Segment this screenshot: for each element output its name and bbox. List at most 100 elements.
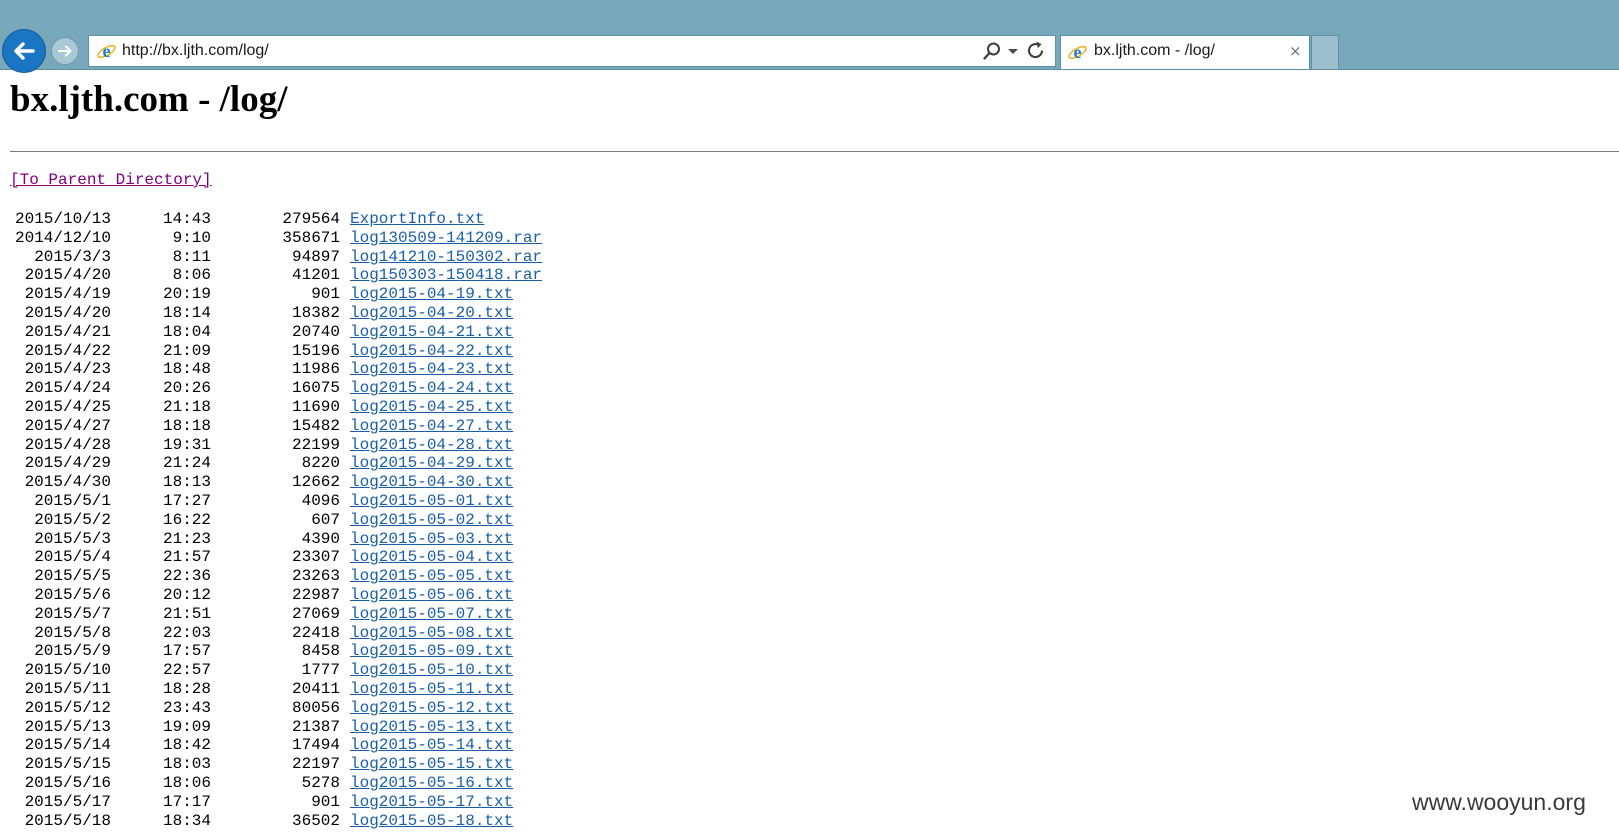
file-size: 22987: [291, 585, 340, 604]
new-tab-button[interactable]: [1311, 35, 1339, 69]
file-size: 23263: [291, 567, 340, 586]
file-link[interactable]: log2015-05-13.txt: [350, 718, 513, 737]
file-time: 18:34: [162, 811, 211, 830]
parent-directory-link[interactable]: [To Parent Directory]: [10, 171, 212, 189]
file-link[interactable]: log141210-150302.rar: [350, 248, 542, 267]
file-link[interactable]: log2015-05-01.txt: [350, 492, 513, 511]
file-time: 18:18: [162, 416, 211, 435]
file-link[interactable]: log2015-04-22.txt: [350, 342, 513, 361]
file-link[interactable]: log2015-04-19.txt: [350, 285, 513, 304]
close-icon[interactable]: ×: [1289, 43, 1302, 59]
file-time: 18:14: [162, 303, 211, 322]
file-link[interactable]: log2015-05-05.txt: [350, 567, 513, 586]
file-link[interactable]: log2015-05-09.txt: [350, 642, 513, 661]
file-link[interactable]: log2015-04-24.txt: [350, 379, 513, 398]
address-bar[interactable]: e http://bx.ljth.com/log/: [88, 35, 1056, 67]
file-date: 2015/4/30: [24, 473, 111, 492]
file-link[interactable]: log2015-04-21.txt: [350, 323, 513, 342]
file-link[interactable]: log2015-04-23.txt: [350, 360, 513, 379]
file-date: 2015/5/12: [24, 698, 111, 717]
back-button[interactable]: [2, 29, 46, 73]
file-link[interactable]: log2015-05-11.txt: [350, 680, 513, 699]
file-link[interactable]: log2015-05-15.txt: [350, 755, 513, 774]
file-date: 2015/5/16: [24, 773, 111, 792]
file-link[interactable]: log2015-05-10.txt: [350, 661, 513, 680]
file-link[interactable]: log2015-05-04.txt: [350, 548, 513, 567]
file-size: 12662: [291, 473, 340, 492]
file-link[interactable]: ExportInfo.txt: [350, 210, 484, 229]
file-date: 2015/5/18: [24, 811, 111, 830]
refresh-icon[interactable]: [1025, 40, 1047, 62]
file-date: 2015/5/2: [34, 510, 111, 529]
file-link[interactable]: log2015-05-18.txt: [350, 812, 513, 831]
file-size: 607: [311, 510, 340, 529]
file-size: 15482: [291, 416, 340, 435]
file-size: 15196: [291, 341, 340, 360]
file-link[interactable]: log2015-05-07.txt: [350, 605, 513, 624]
tab-title: bx.ljth.com - /log/: [1094, 42, 1215, 59]
file-date: 2015/5/4: [34, 548, 111, 567]
file-link[interactable]: log130509-141209.rar: [350, 229, 542, 248]
file-date: 2015/5/7: [34, 604, 111, 623]
file-link[interactable]: log2015-04-29.txt: [350, 454, 513, 473]
file-date: 2015/4/20: [24, 266, 111, 285]
file-date: 2015/5/14: [24, 736, 111, 755]
file-date: 2015/4/21: [24, 322, 111, 341]
file-link[interactable]: log2015-05-08.txt: [350, 624, 513, 643]
file-date: 2015/3/3: [34, 247, 111, 266]
internet-explorer-icon: e: [97, 41, 116, 61]
svg-text:e: e: [1073, 42, 1081, 62]
forward-button[interactable]: [51, 37, 79, 65]
file-link[interactable]: log2015-05-02.txt: [350, 511, 513, 530]
file-link[interactable]: log2015-04-28.txt: [350, 436, 513, 455]
file-size: 1777: [301, 661, 340, 680]
file-link[interactable]: log150303-150418.rar: [350, 266, 542, 285]
file-size: 8220: [301, 454, 340, 473]
file-size: 901: [311, 285, 340, 304]
file-time: 18:04: [162, 322, 211, 341]
dropdown-arrow-icon[interactable]: [1008, 48, 1018, 56]
search-icon[interactable]: [982, 41, 1002, 61]
browser-toolbar: e http://bx.ljth.com/log/ e bx.ljth.com …: [0, 0, 1619, 73]
file-time: 21:51: [162, 604, 211, 623]
file-size: 22418: [291, 623, 340, 642]
file-date: 2015/4/22: [24, 341, 111, 360]
file-time: 20:19: [162, 285, 211, 304]
file-link[interactable]: log2015-04-20.txt: [350, 304, 513, 323]
file-time: 18:48: [162, 360, 211, 379]
divider: [10, 151, 1619, 152]
internet-explorer-icon: e: [1068, 42, 1087, 62]
file-time: 21:23: [162, 529, 211, 548]
tab-active[interactable]: e bx.ljth.com - /log/ ×: [1060, 35, 1310, 69]
file-link[interactable]: log2015-05-12.txt: [350, 699, 513, 718]
file-size: 22199: [291, 435, 340, 454]
file-date: 2015/4/29: [24, 454, 111, 473]
file-link[interactable]: log2015-05-17.txt: [350, 793, 513, 812]
file-size: 358671: [282, 228, 340, 247]
file-date: 2015/5/10: [24, 661, 111, 680]
file-size: 17494: [291, 736, 340, 755]
file-time: 18:03: [162, 755, 211, 774]
file-date: 2014/12/10: [14, 228, 111, 247]
file-link[interactable]: log2015-04-25.txt: [350, 398, 513, 417]
file-link[interactable]: log2015-05-03.txt: [350, 530, 513, 549]
file-time: 21:09: [162, 341, 211, 360]
file-size: 94897: [291, 247, 340, 266]
file-time: 8:11: [172, 247, 211, 266]
file-date: 2015/4/19: [24, 285, 111, 304]
file-link[interactable]: log2015-05-06.txt: [350, 586, 513, 605]
file-link[interactable]: log2015-05-14.txt: [350, 736, 513, 755]
file-date: 2015/4/20: [24, 303, 111, 322]
file-date: 2015/5/9: [34, 642, 111, 661]
file-time: 17:27: [162, 491, 211, 510]
file-size: 22197: [291, 755, 340, 774]
url-text[interactable]: http://bx.ljth.com/log/: [122, 42, 269, 60]
file-size: 4096: [301, 491, 340, 510]
forward-arrow-icon: [58, 45, 72, 57]
file-link[interactable]: log2015-04-30.txt: [350, 473, 513, 492]
file-time: 16:22: [162, 510, 211, 529]
file-link[interactable]: log2015-05-16.txt: [350, 774, 513, 793]
file-time: 20:12: [162, 585, 211, 604]
file-time: 14:43: [162, 210, 211, 228]
file-link[interactable]: log2015-04-27.txt: [350, 417, 513, 436]
